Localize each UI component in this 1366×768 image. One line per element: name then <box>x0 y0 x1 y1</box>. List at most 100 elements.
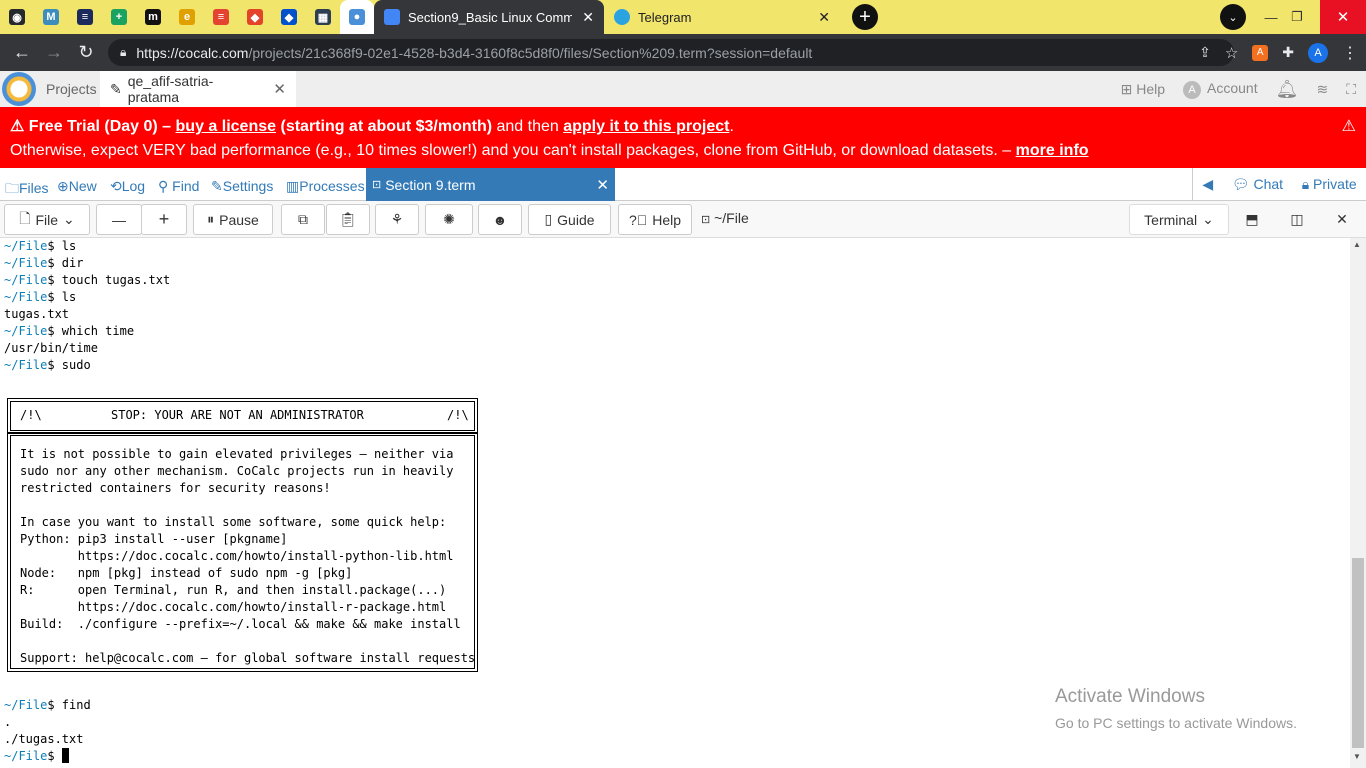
prompt: ~/File <box>4 749 48 763</box>
url-field[interactable]: 🔒︎ https://cocalc.com/projects/21c368f9-… <box>108 39 1234 66</box>
terminal-line: ~/File$ ls <box>4 289 76 306</box>
zoom-in-button[interactable]: + <box>141 204 187 235</box>
terminal-output[interactable]: ~/File$ ls ~/File$ dir ~/File$ touch tugas… <box>0 238 1350 768</box>
pinned-tab[interactable]: ▦ <box>306 0 340 34</box>
bookmark-star-icon[interactable]: ☆ <box>1225 44 1238 62</box>
command-text: $ touch tugas.txt <box>47 273 171 287</box>
pinned-tab[interactable]: ◆ <box>272 0 306 34</box>
apply-link[interactable]: apply it to this project <box>563 118 729 135</box>
chevron-down-icon: ⌄ <box>63 211 75 227</box>
guide-button[interactable]: ▯ Guide <box>528 204 611 235</box>
terminal-line: ~/File$ dir <box>4 255 83 272</box>
scrollbar-thumb[interactable] <box>1352 558 1364 748</box>
terminal-line: /usr/bin/time <box>4 340 98 357</box>
pinned-tab[interactable]: ◉ <box>0 0 34 34</box>
frame-type-select[interactable]: Terminal ⌄ <box>1129 204 1229 235</box>
close-icon[interactable]: ✕ <box>596 176 609 194</box>
back-icon[interactable]: ← <box>6 42 38 63</box>
pinned-tab[interactable]: ● <box>340 0 374 34</box>
copy-button[interactable]: ⧉ <box>281 204 325 235</box>
clear-button[interactable]: ⚘ <box>375 204 419 235</box>
account-link[interactable]: A Account <box>1183 80 1258 99</box>
warning-text-line: Build: ./configure --prefix=~/.local && … <box>20 617 461 631</box>
admin-warning-header: /!\ STOP: YOUR ARE NOT AN ADMINISTRATOR … <box>7 398 478 434</box>
close-frame-button[interactable]: ✕ <box>1321 204 1363 235</box>
find-tab[interactable]: ⚲ Find <box>158 178 199 195</box>
restore-icon[interactable]: ❐ <box>1284 9 1310 25</box>
browser-tab-section9[interactable]: Section9_Basic Linux Command - ✕ <box>374 0 604 34</box>
scroll-down-icon[interactable]: ▼ <box>1353 752 1361 761</box>
files-tab[interactable]: 🗀︎Files <box>5 178 49 202</box>
prompt: ~/File <box>4 358 48 372</box>
log-label: Log <box>121 178 146 194</box>
pinned-tab[interactable]: + <box>102 0 136 34</box>
pause-label: Pause <box>219 211 259 228</box>
user-disconnect-button[interactable]: ☻ <box>478 204 522 235</box>
pinned-tab[interactable]: ◆ <box>238 0 272 34</box>
settings-tab[interactable]: ✎Settings <box>211 178 273 195</box>
pinned-tab[interactable]: m <box>136 0 170 34</box>
close-icon[interactable]: ✕ <box>273 80 286 98</box>
close-icon[interactable]: ✕ <box>582 9 594 26</box>
projects-tab[interactable]: Projects <box>36 71 100 107</box>
pinned-tab[interactable]: ≡ <box>204 0 238 34</box>
puzzle-icon[interactable]: ✚ <box>1282 44 1294 61</box>
caret-left-icon[interactable]: ◀ <box>1202 176 1213 193</box>
project-tab[interactable]: ✎ qe_afif-satria-pratama ✕ <box>100 71 296 107</box>
chat-label: Chat <box>1253 176 1284 192</box>
tab-search-icon[interactable]: ⌄ <box>1220 4 1246 30</box>
medium-icon: m <box>145 9 161 25</box>
window-close-button[interactable]: ✕ <box>1320 0 1366 34</box>
new-tab[interactable]: ⊕New <box>57 178 97 195</box>
file-menu-button[interactable]: 🗋︎ File ⌄ <box>4 204 90 235</box>
prompt: ~/File <box>4 256 48 270</box>
new-tab-button[interactable]: + <box>852 4 878 30</box>
browser-tab-title: Section9_Basic Linux Command - <box>408 9 573 25</box>
search-icon: ⚲ <box>158 178 169 194</box>
open-file-tab[interactable]: ⊡ Section 9.term ✕ <box>366 168 615 201</box>
plus-icon: + <box>158 209 170 229</box>
fullscreen-icon[interactable]: ⛶ <box>1346 81 1356 98</box>
processes-tab[interactable]: ▥Processes <box>286 178 365 195</box>
cocalc-logo[interactable] <box>2 72 36 106</box>
kick-users-button[interactable]: ✺ <box>425 204 473 235</box>
reload-icon[interactable]: ↻ <box>70 42 102 63</box>
help-link[interactable]: ⊞ Help <box>1121 81 1165 98</box>
warning-text-line: sudo nor any other mechanism. CoCalc pro… <box>20 464 454 478</box>
help-label: Help <box>1136 80 1165 97</box>
command-text: $ ls <box>47 239 77 253</box>
profile-avatar[interactable]: A <box>1308 42 1328 63</box>
terminal-path: ⊡ ~/File <box>701 210 749 226</box>
warning-text-line: Node: npm [pkg] instead of sudo npm -g [… <box>20 566 353 580</box>
bell-icon[interactable]: 🔔︎ <box>1276 79 1299 100</box>
close-icon: ✕ <box>1336 211 1348 227</box>
pinned-tab[interactable]: ≡ <box>68 0 102 34</box>
buy-license-link[interactable]: buy a license <box>176 118 277 135</box>
pinned-tab[interactable]: e <box>170 0 204 34</box>
paste-button[interactable]: 📋︎ <box>326 204 370 235</box>
split-horizontal-button[interactable]: ⬒ <box>1231 204 1273 235</box>
split-vertical-button[interactable]: ◫ <box>1276 204 1318 235</box>
scroll-up-icon[interactable]: ▲ <box>1353 240 1361 249</box>
pinned-tab[interactable]: M <box>34 0 68 34</box>
more-info-link[interactable]: more info <box>1016 142 1089 159</box>
forward-icon[interactable]: → <box>38 42 70 63</box>
pause-button[interactable]: ⏸︎ Pause <box>193 204 273 235</box>
private-button[interactable]: 🔒︎ Private <box>1302 176 1357 193</box>
terminal-line: ~/File$ ls <box>4 238 76 255</box>
minimize-icon[interactable]: — <box>1258 10 1284 25</box>
log-tab[interactable]: ⟲Log <box>110 178 145 195</box>
share-icon[interactable]: ⇪ <box>1199 44 1211 61</box>
extension-icon[interactable]: A <box>1252 44 1269 61</box>
cocalc-top-right: ⊞ Help A Account 🔔︎ ≋ ⛶ <box>1121 71 1356 107</box>
help-button[interactable]: ?⃝ Help <box>618 204 692 235</box>
zoom-out-button[interactable]: — <box>96 204 142 235</box>
cocalc-top-bar: Projects ✎ qe_afif-satria-pratama ✕ ⊞ He… <box>0 71 1366 107</box>
menu-icon[interactable]: ⋮ <box>1342 43 1358 63</box>
chat-button[interactable]: 💬︎ Chat <box>1232 176 1283 193</box>
terminal-current-line[interactable]: ~/File$ <box>4 748 69 765</box>
terminal-scrollbar[interactable]: ▲ ▼ <box>1350 238 1366 768</box>
lock-icon: 🔒︎ <box>120 45 127 59</box>
close-icon[interactable]: ✕ <box>818 9 830 26</box>
browser-tab-telegram[interactable]: Telegram ✕ <box>604 0 840 34</box>
